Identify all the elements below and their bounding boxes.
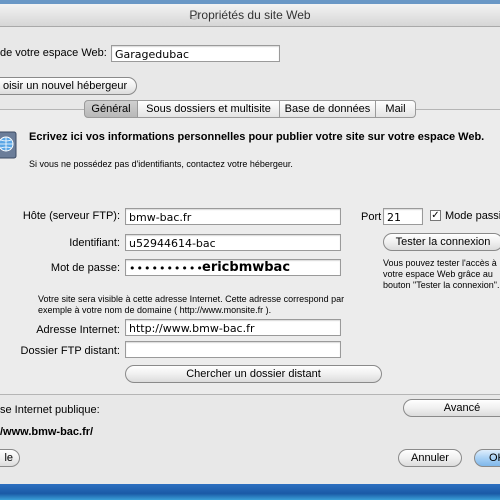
remote-folder-label: Dossier FTP distant:	[20, 345, 120, 357]
public-address-label: se Internet publique:	[0, 404, 100, 416]
passive-mode-checkbox[interactable]: ✓	[430, 210, 441, 221]
port-label: Port	[361, 211, 382, 223]
desktop-taskbar-strip	[0, 484, 500, 500]
browse-remote-folder-button[interactable]: Chercher un dossier distant	[125, 365, 382, 383]
choose-new-host-button[interactable]: oisir un nouvel hébergeur	[0, 77, 137, 95]
tab-general[interactable]: Général	[84, 100, 138, 118]
tab-database[interactable]: Base de données	[280, 100, 376, 118]
title-bar[interactable]: Propriétés du site Web	[0, 4, 500, 27]
password-revealed-text: ericbmwbac	[202, 260, 291, 275]
internet-address-label: Adresse Internet:	[36, 324, 120, 336]
internet-address-input[interactable]: http://www.bmw-bac.fr	[125, 319, 341, 336]
tab-bar: Général Sous dossiers et multisite Base …	[84, 100, 416, 118]
tab-subfolders-multisite[interactable]: Sous dossiers et multisite	[138, 100, 280, 118]
site-properties-dialog: Propriétés du site Web de votre espace W…	[0, 4, 500, 484]
site-name-label: de votre espace Web:	[0, 47, 107, 59]
help-button[interactable]: le	[0, 449, 20, 467]
tab-mail[interactable]: Mail	[376, 100, 416, 118]
password-label: Mot de passe:	[50, 262, 120, 274]
ftp-host-input[interactable]: bmw-bac.fr	[125, 208, 341, 225]
remote-folder-input[interactable]	[125, 341, 341, 358]
passive-mode-label: Mode passif	[445, 210, 500, 222]
general-heading: Ecrivez ici vos informations personnelle…	[29, 131, 485, 143]
public-address-value: /www.bmw-bac.fr/	[0, 426, 94, 438]
test-connection-button[interactable]: Tester la connexion	[383, 233, 500, 251]
advanced-button[interactable]: Avancé	[403, 399, 500, 417]
internet-address-note: Votre site sera visible à cette adresse …	[38, 294, 345, 315]
ok-button[interactable]: OK	[474, 449, 500, 467]
identifiant-input[interactable]: u52944614-bac	[125, 234, 341, 251]
identifiant-label: Identifiant:	[69, 237, 120, 249]
web-space-icon	[0, 131, 17, 159]
site-name-input[interactable]: Garagedubac	[111, 45, 280, 62]
window-title: Propriétés du site Web	[189, 8, 311, 22]
port-input[interactable]: 21	[383, 208, 423, 225]
general-subheading: Si vous ne possédez pas d'identifiants, …	[29, 159, 293, 169]
ftp-host-label: Hôte (serveur FTP):	[22, 210, 120, 222]
cancel-button[interactable]: Annuler	[398, 449, 462, 467]
test-connection-note: Vous pouvez tester l'accès à votre espac…	[383, 258, 500, 290]
